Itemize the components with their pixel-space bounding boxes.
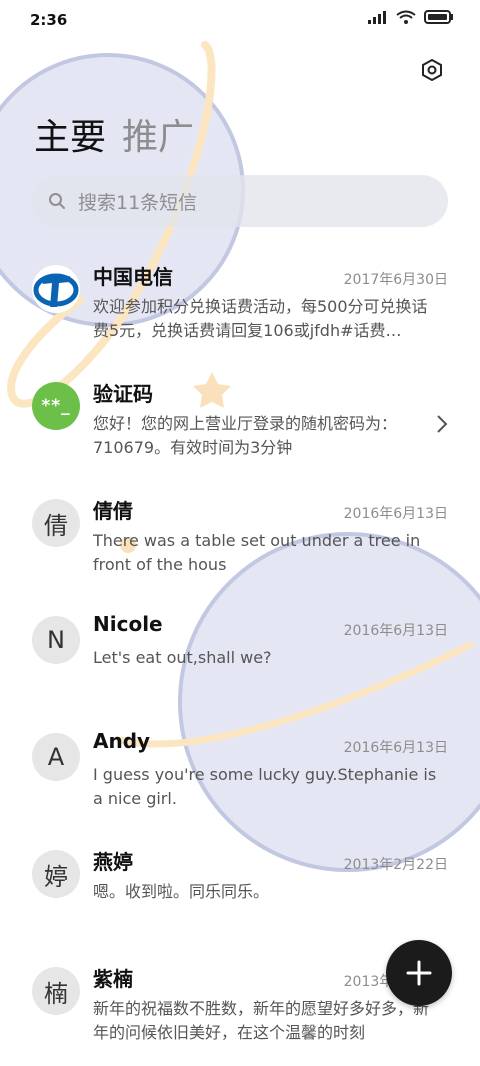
contact-name: 紫楠 xyxy=(93,967,133,991)
plus-icon xyxy=(406,960,432,986)
message-date: 2017年6月30日 xyxy=(343,272,448,288)
search-bar[interactable]: 搜索11条短信 xyxy=(32,175,448,227)
conversation-item[interactable]: 中国电信 2017年6月30日 欢迎参加积分兑换话费活动，每500分可兑换话费5… xyxy=(0,247,480,364)
telecom-logo-icon xyxy=(32,265,80,313)
avatar: 倩 xyxy=(32,499,80,547)
message-date: 2013年2月22日 xyxy=(343,857,448,873)
avatar: 婷 xyxy=(32,850,80,898)
new-message-button[interactable] xyxy=(386,940,452,1006)
message-date: 2016年6月13日 xyxy=(343,506,448,522)
contact-name: 燕婷 xyxy=(93,850,133,874)
tab-bar: 主要 推广 xyxy=(34,108,194,160)
avatar: **_ xyxy=(32,382,80,430)
signal-icon xyxy=(368,11,386,24)
conversation-item[interactable]: 婷 燕婷 2013年2月22日 嗯。收到啦。同乐同乐。 xyxy=(0,832,480,949)
avatar: A xyxy=(32,733,80,781)
status-icons xyxy=(368,10,454,24)
gear-icon xyxy=(422,58,442,82)
avatar: N xyxy=(32,616,80,664)
message-preview: 您好！您的网上营业厅登录的随机密码为：710679。有效时间为3分钟 xyxy=(93,414,398,457)
tab-promotions[interactable]: 推广 xyxy=(122,108,194,160)
conversation-item[interactable]: N Nicole 2016年6月13日 Let's eat out,shall … xyxy=(0,598,480,715)
conversation-item[interactable]: **_ 验证码 您好！您的网上营业厅登录的随机密码为：710679。有效时间为3… xyxy=(0,364,480,481)
contact-name: Nicole xyxy=(93,612,163,636)
contact-name: Andy xyxy=(93,729,151,753)
status-bar: 2:36 xyxy=(0,0,480,40)
message-date: 2016年6月13日 xyxy=(343,740,448,756)
message-date: 2016年6月13日 xyxy=(343,623,448,639)
wifi-icon xyxy=(396,10,416,24)
message-preview: There was a table set out under a tree i… xyxy=(93,531,421,574)
avatar: 楠 xyxy=(32,967,80,1015)
message-preview: Let's eat out,shall we? xyxy=(93,648,272,667)
message-preview: I guess you're some lucky guy.Stephanie … xyxy=(93,765,437,808)
contact-name: 倩倩 xyxy=(93,499,133,523)
message-preview: 新年的祝福数不胜数，新年的愿望好多好多，新年的问候依旧美好，在这个温馨的时刻 xyxy=(93,999,430,1042)
message-preview: 嗯。收到啦。同乐同乐。 xyxy=(93,882,270,901)
settings-button[interactable] xyxy=(416,54,448,86)
conversation-item[interactable]: 倩 倩倩 2016年6月13日 There was a table set ou… xyxy=(0,481,480,598)
search-placeholder: 搜索11条短信 xyxy=(78,191,198,214)
message-preview: 欢迎参加积分兑换话费活动，每500分可兑换话费5元，兑换话费请回复106或jfd… xyxy=(93,297,428,340)
tab-primary[interactable]: 主要 xyxy=(34,108,106,160)
chevron-right-icon[interactable] xyxy=(436,414,448,434)
contact-name: 中国电信 xyxy=(93,265,173,289)
conversation-item[interactable]: A Andy 2016年6月13日 I guess you're some lu… xyxy=(0,715,480,832)
status-time: 2:36 xyxy=(30,11,68,29)
battery-icon xyxy=(424,10,453,24)
contact-name: 验证码 xyxy=(93,382,153,406)
search-icon xyxy=(48,192,66,210)
